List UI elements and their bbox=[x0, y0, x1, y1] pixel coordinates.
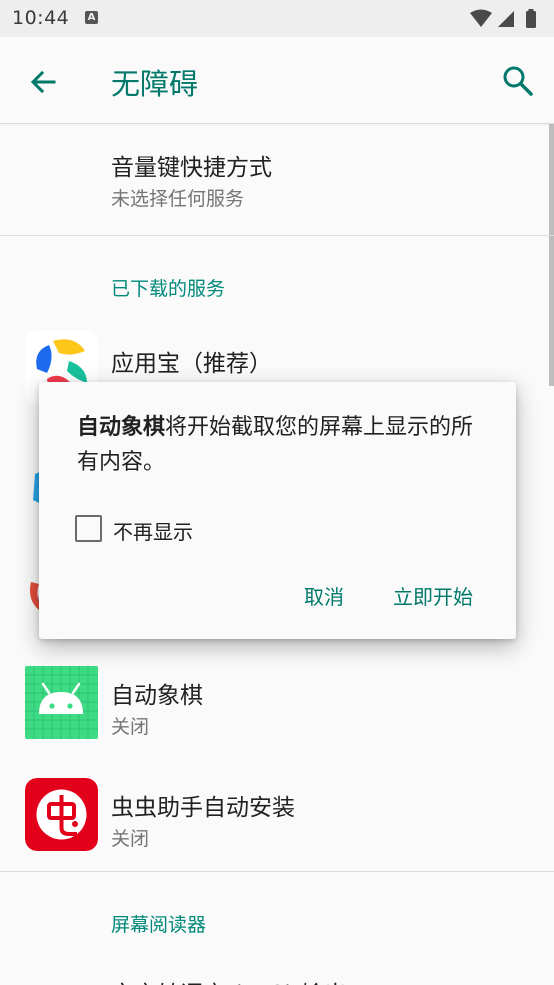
pref-summary: 未选择任何服务 bbox=[111, 188, 245, 210]
tts-output-pref[interactable]: 文字转语音 (TTS) 输出 bbox=[0, 972, 554, 985]
chongchong-app-icon bbox=[25, 778, 98, 851]
service-summary: 关闭 bbox=[111, 828, 150, 850]
search-icon[interactable] bbox=[500, 63, 536, 99]
divider bbox=[0, 235, 554, 236]
dont-show-again-checkbox[interactable] bbox=[75, 515, 102, 542]
dont-show-again-label[interactable]: 不再显示 bbox=[113, 516, 193, 545]
signal-icon bbox=[498, 11, 514, 27]
service-item-auto-chess[interactable]: 自动象棋 关闭 bbox=[0, 661, 554, 773]
status-bar: 10:44 A bbox=[0, 0, 554, 37]
arrow-back-icon[interactable] bbox=[24, 63, 62, 101]
wifi-icon bbox=[470, 9, 492, 27]
dialog-message: 自动象棋将开始截取您的屏幕上显示的所有内容。 bbox=[77, 410, 487, 480]
pref-title: 音量键快捷方式 bbox=[111, 155, 272, 181]
volume-shortcut-pref[interactable]: 音量键快捷方式 未选择任何服务 bbox=[0, 124, 554, 235]
service-title: 自动象棋 bbox=[111, 683, 203, 709]
start-now-button[interactable]: 立即开始 bbox=[393, 581, 473, 610]
service-title: 虫虫助手自动安装 bbox=[111, 795, 295, 821]
section-header-screen-reader: 屏幕阅读器 bbox=[111, 914, 207, 936]
section-header-downloaded: 已下载的服务 bbox=[111, 278, 226, 300]
android-app-icon bbox=[25, 666, 98, 739]
cancel-button[interactable]: 取消 bbox=[304, 581, 344, 610]
screen-capture-dialog: 自动象棋将开始截取您的屏幕上显示的所有内容。 不再显示 取消 立即开始 bbox=[39, 382, 516, 639]
service-item-chongchong[interactable]: 虫虫助手自动安装 关闭 bbox=[0, 773, 554, 873]
divider bbox=[0, 871, 554, 872]
page-title: 无障碍 bbox=[111, 67, 199, 101]
dialog-app-name: 自动象棋 bbox=[77, 415, 166, 440]
service-summary: 关闭 bbox=[111, 716, 150, 738]
status-icons bbox=[470, 9, 536, 28]
status-time: 10:44 bbox=[12, 7, 70, 29]
notification-a-icon: A bbox=[85, 11, 98, 24]
app-bar: 无障碍 bbox=[0, 37, 554, 124]
pref-title: 文字转语音 (TTS) 输出 bbox=[111, 975, 347, 985]
service-title: 应用宝（推荐） bbox=[111, 351, 272, 377]
battery-icon bbox=[526, 11, 536, 28]
